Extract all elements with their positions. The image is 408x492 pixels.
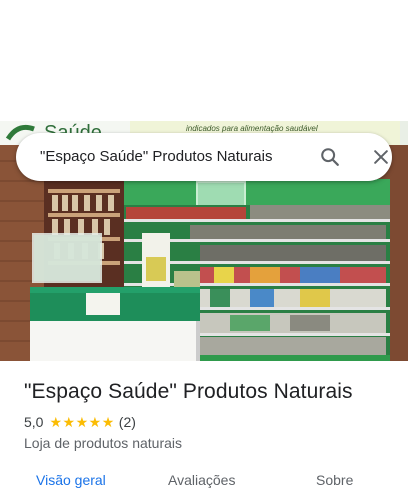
- search-button[interactable]: [316, 143, 344, 171]
- tab-about[interactable]: Sobre: [316, 472, 353, 488]
- rating-row[interactable]: 5,0 ★ ★ ★ ★ ★ (2): [24, 413, 136, 431]
- search-icon: [321, 148, 339, 166]
- place-tabs: Visão geral Avaliações Sobre: [0, 472, 408, 492]
- place-info-panel: "Espaço Saúde" Produtos Naturais 5,0 ★ ★ ★…: [0, 361, 408, 488]
- top-blank-area: [0, 0, 408, 121]
- star-icon: ★: [101, 414, 115, 430]
- rating-stars: ★ ★ ★ ★ ★: [49, 415, 114, 429]
- tab-overview[interactable]: Visão geral: [36, 472, 106, 488]
- rating-value: 5,0: [24, 414, 44, 430]
- close-button[interactable]: [367, 143, 395, 171]
- close-icon: [374, 150, 388, 164]
- star-icon: ★: [75, 414, 89, 430]
- banner-text: indicados para alimentação saudável: [186, 124, 318, 133]
- place-title: "Espaço Saúde" Produtos Naturais: [24, 380, 353, 403]
- star-icon: ★: [62, 414, 76, 430]
- star-icon: ★: [49, 414, 63, 430]
- search-bar[interactable]: "Espaço Saúde" Produtos Naturais: [16, 133, 392, 181]
- search-query-text[interactable]: "Espaço Saúde" Produtos Naturais: [40, 133, 272, 181]
- review-count[interactable]: (2): [119, 414, 136, 430]
- place-category[interactable]: Loja de produtos naturais: [24, 435, 182, 451]
- tab-reviews[interactable]: Avaliações: [168, 472, 235, 488]
- star-icon: ★: [88, 414, 102, 430]
